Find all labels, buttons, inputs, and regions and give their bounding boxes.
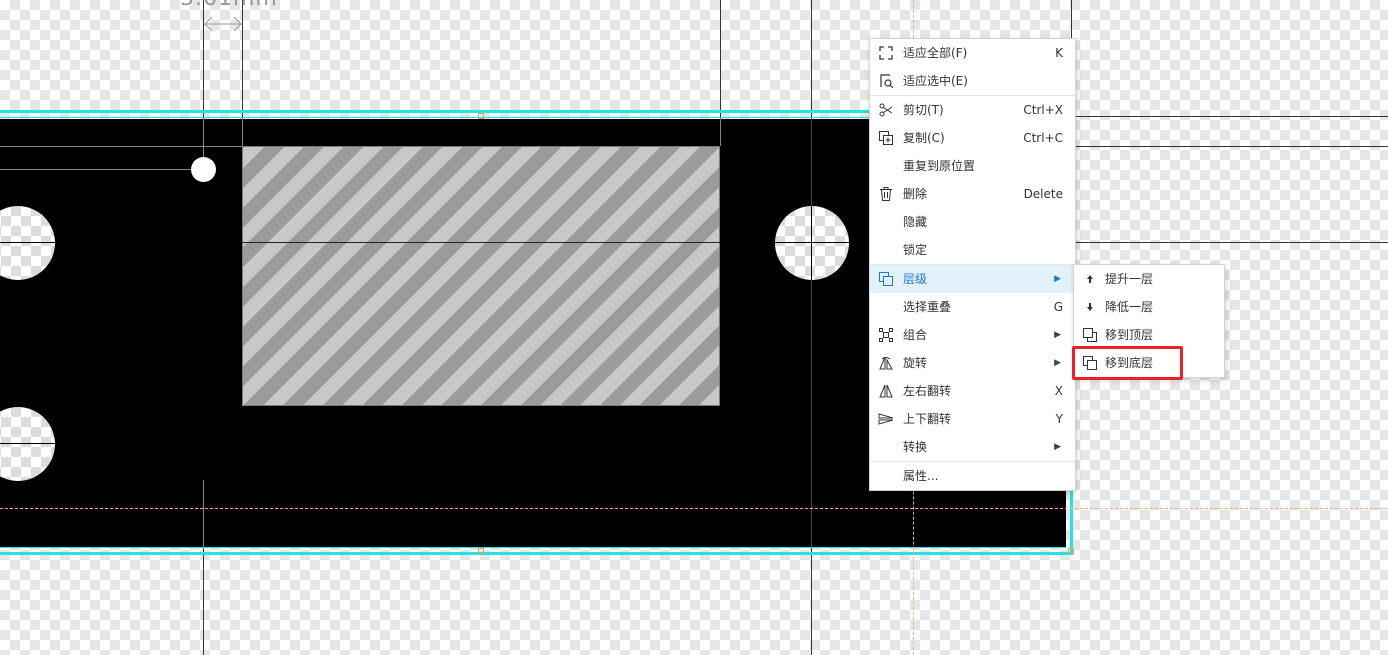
menu-item-label: 属性... (903, 469, 939, 483)
hatched-component[interactable] (242, 146, 720, 406)
submenu-item-label: 提升一层 (1105, 272, 1154, 286)
menu-item-label: 适应选中(E) (903, 74, 968, 88)
crosshair (811, 206, 812, 280)
menu-item-fit-selection[interactable]: 适应选中(E) (870, 67, 1075, 95)
guide-line (0, 508, 1388, 509)
grid-line (811, 119, 812, 547)
menu-item-properties[interactable]: 属性... (870, 462, 1075, 490)
menu-shortcut: X (1054, 384, 1063, 398)
fit-all-icon (879, 46, 893, 60)
selection-anchor[interactable] (478, 548, 484, 554)
menu-item-label: 组合 (903, 328, 928, 342)
menu-shortcut: G (1053, 300, 1063, 314)
rotate-icon (879, 356, 893, 370)
layers-icon (879, 272, 893, 286)
menu-item-label: 复制(C) (903, 131, 945, 145)
menu-item-convert[interactable]: 转换 ▶ (870, 433, 1075, 461)
grid-line (1075, 242, 1388, 243)
group-icon (879, 328, 893, 342)
menu-item-label: 选择重叠 (903, 300, 952, 314)
menu-item-label: 删除 (903, 187, 928, 201)
selection-anchor[interactable] (1068, 548, 1074, 554)
chevron-right-icon: ▶ (1054, 442, 1061, 452)
trash-icon (880, 187, 892, 201)
chevron-right-icon: ▶ (1054, 358, 1061, 368)
submenu-item-bring-to-front[interactable]: 移到顶层 (1074, 321, 1224, 349)
grid-line (0, 169, 195, 170)
grid-line (203, 480, 204, 547)
menu-item-layers[interactable]: 层级 ▶ (870, 265, 1075, 293)
menu-item-label: 旋转 (903, 356, 928, 370)
arrow-up-icon (1087, 275, 1093, 283)
menu-shortcut: Y (1055, 412, 1063, 426)
menu-item-label: 重复到原位置 (903, 159, 976, 173)
bring-to-front-icon (1083, 328, 1097, 342)
menu-item-cut[interactable]: 剪切(T) Ctrl+X (870, 96, 1075, 124)
menu-item-flip-horizontal[interactable]: 左右翻转 X (870, 377, 1075, 405)
menu-item-label: 剪切(T) (903, 103, 944, 117)
copy-icon (879, 131, 893, 145)
dimension-label: 3.61mm (180, 0, 278, 11)
menu-shortcut: K (1055, 46, 1063, 60)
grid-line (242, 119, 243, 146)
menu-item-rotate[interactable]: 旋转 ▶ (870, 349, 1075, 377)
menu-shortcut: Ctrl+X (1023, 103, 1063, 117)
grid-line (720, 119, 721, 146)
menu-item-duplicate-in-place[interactable]: 重复到原位置 (870, 152, 1075, 180)
submenu-item-label: 降低一层 (1105, 300, 1154, 314)
grid-line (242, 242, 720, 243)
menu-item-label: 锁定 (903, 243, 928, 257)
context-menu: 适应全部(F) K 适应选中(E) 剪切(T) Ctrl+X 复制(C) Ctr… (869, 38, 1076, 491)
grid-line (0, 146, 242, 147)
menu-item-label: 层级 (903, 272, 928, 286)
dimension-arrow (204, 16, 242, 32)
fit-selection-icon (880, 74, 894, 89)
menu-item-group[interactable]: 组合 ▶ (870, 321, 1075, 349)
chevron-right-icon: ▶ (1054, 330, 1061, 340)
menu-item-label: 上下翻转 (903, 412, 952, 426)
mounting-hole[interactable] (775, 206, 849, 280)
menu-item-copy[interactable]: 复制(C) Ctrl+C (870, 124, 1075, 152)
menu-item-label: 适应全部(F) (903, 46, 968, 60)
submenu-item-bring-forward[interactable]: 提升一层 (1074, 265, 1224, 293)
cut-icon (879, 103, 893, 117)
menu-item-label: 左右翻转 (903, 384, 952, 398)
menu-item-select-overlap[interactable]: 选择重叠 G (870, 293, 1075, 321)
flip-vertical-icon (878, 413, 894, 425)
small-hole[interactable] (191, 157, 216, 182)
grid-line (1075, 146, 1388, 147)
menu-item-label: 隐藏 (903, 215, 928, 229)
crosshair (0, 242, 55, 243)
menu-shortcut: Ctrl+C (1023, 131, 1063, 145)
menu-item-delete[interactable]: 删除 Delete (870, 180, 1075, 208)
selection-anchor[interactable] (478, 113, 484, 119)
menu-item-lock[interactable]: 锁定 (870, 236, 1075, 264)
crosshair (775, 242, 849, 243)
submenu-item-label: 移到顶层 (1105, 328, 1154, 342)
arrow-down-icon (1087, 303, 1093, 311)
highlight-box (1072, 346, 1183, 380)
chevron-right-icon: ▶ (1054, 274, 1061, 284)
flip-horizontal-icon (879, 384, 893, 398)
crosshair (0, 443, 55, 444)
menu-shortcut: Delete (1023, 187, 1063, 201)
menu-item-hide[interactable]: 隐藏 (870, 208, 1075, 236)
grid-line (1075, 116, 1388, 117)
menu-item-flip-vertical[interactable]: 上下翻转 Y (870, 405, 1075, 433)
menu-item-fit-all[interactable]: 适应全部(F) K (870, 39, 1075, 67)
menu-item-label: 转换 (903, 440, 928, 454)
submenu-item-send-backward[interactable]: 降低一层 (1074, 293, 1224, 321)
